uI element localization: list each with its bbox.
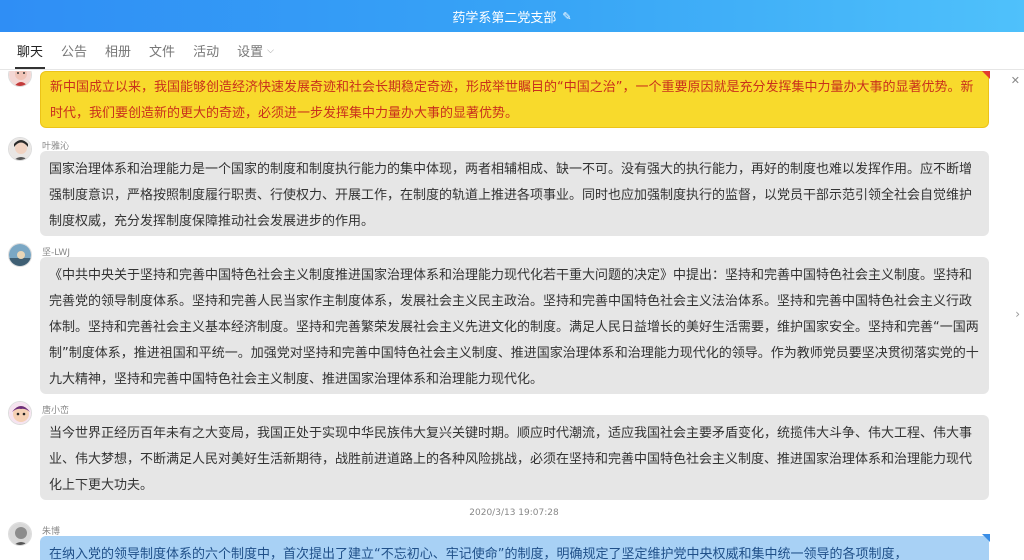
tab-chat[interactable]: 聊天: [8, 32, 52, 69]
message-timestamp: 2020/3/13 19:07:28: [469, 508, 559, 518]
message-bubble: 新中国成立以来，我国能够创造经济快速发展奇迹和社会长期稳定奇迹，形成举世瞩目的“…: [40, 71, 989, 128]
tab-label: 聊天: [17, 45, 44, 60]
message-text: 《中共中央关于坚持和完善中国特色社会主义制度推进国家治理体系和治理能力现代化若干…: [49, 268, 979, 387]
tab-bar: 聊天 公告 相册 文件 活动 设置 ⌵: [0, 32, 1024, 70]
message-text: 当今世界正经历百年未有之大变局，我国正处于实现中华民族伟大复兴关键时期。顺应时代…: [49, 426, 973, 493]
pencil-icon[interactable]: ✎: [562, 10, 571, 23]
message-bubble: 在纳入党的领导制度体系的六个制度中，首次提出了建立“不忘初心、牢记使命”的制度，…: [40, 536, 989, 560]
group-title: 药学系第二党支部: [452, 10, 557, 26]
title-bar: 药学系第二党支部 ✎: [0, 0, 1024, 32]
expand-panel-arrow-icon[interactable]: ›: [1015, 307, 1020, 321]
avatar[interactable]: [8, 137, 32, 161]
message-bubble: 当今世界正经历百年未有之大变局，我国正处于实现中华民族伟大复兴关键时期。顺应时代…: [40, 415, 989, 500]
tab-album[interactable]: 相册: [96, 32, 140, 69]
message-text: 在纳入党的领导制度体系的六个制度中，首次提出了建立“不忘初心、牢记使命”的制度，…: [49, 547, 908, 560]
side-rail: ›: [1008, 71, 1024, 560]
avatar[interactable]: [8, 243, 32, 267]
message-bubble: 《中共中央关于坚持和完善中国特色社会主义制度推进国家治理体系和治理能力现代化若干…: [40, 257, 989, 394]
avatar[interactable]: [8, 401, 32, 425]
message-text: 国家治理体系和治理能力是一个国家的制度和制度执行能力的集中体现，两者相辅相成、缺…: [49, 162, 973, 229]
tab-announcement[interactable]: 公告: [52, 32, 96, 69]
tab-label: 设置: [237, 45, 264, 60]
tab-label: 活动: [193, 45, 220, 60]
message-bubble: 国家治理体系和治理能力是一个国家的制度和制度执行能力的集中体现，两者相辅相成、缺…: [40, 151, 989, 236]
tab-label: 公告: [61, 45, 88, 60]
tab-label: 文件: [149, 45, 176, 60]
chevron-down-icon: ⌵: [267, 45, 274, 56]
close-icon[interactable]: ✕: [1011, 74, 1020, 87]
tab-activity[interactable]: 活动: [184, 32, 228, 69]
chat-area[interactable]: 新中国成立以来，我国能够创造经济快速发展奇迹和社会长期稳定奇迹，形成举世瞩目的“…: [0, 71, 1008, 560]
pin-icon: [982, 71, 990, 79]
avatar[interactable]: [8, 522, 32, 546]
avatar[interactable]: [8, 71, 32, 87]
tab-files[interactable]: 文件: [140, 32, 184, 69]
pin-icon: [982, 534, 990, 542]
tab-label: 相册: [105, 45, 132, 60]
tab-settings[interactable]: 设置 ⌵: [228, 32, 283, 69]
message-text: 新中国成立以来，我国能够创造经济快速发展奇迹和社会长期稳定奇迹，形成举世瞩目的“…: [50, 80, 974, 121]
